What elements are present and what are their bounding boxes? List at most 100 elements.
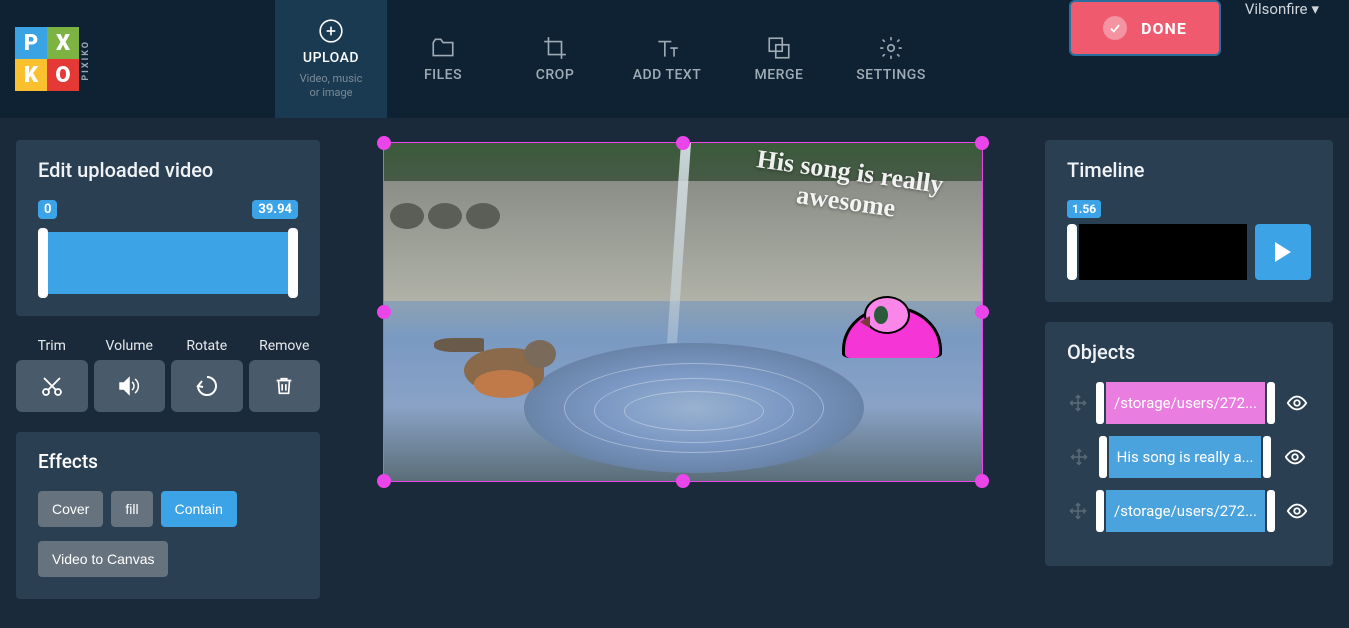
user-menu[interactable]: Vilsonfire ▾ — [1245, 0, 1349, 18]
logo-icon: P X K O — [15, 27, 79, 91]
object-label[interactable]: His song is really a... — [1109, 436, 1262, 478]
effect-contain[interactable]: Contain — [161, 491, 237, 527]
done-button[interactable]: DONE — [1069, 0, 1221, 56]
logo-text: PIXIKO — [81, 40, 91, 81]
timeline-card: Timeline 1.56 — [1045, 140, 1333, 302]
logo-area[interactable]: P X K O PIXIKO — [0, 0, 275, 118]
video-preview: His song is really awesome — [384, 143, 982, 481]
done-label: DONE — [1141, 19, 1187, 38]
effect-fill[interactable]: fill — [111, 491, 152, 527]
object-handle-right[interactable] — [1267, 490, 1275, 532]
tool-add-text[interactable]: ADD TEXT — [611, 0, 723, 118]
effects-card: Effects Cover fill Contain Video to Canv… — [16, 432, 320, 599]
timeline-clip[interactable] — [1079, 224, 1247, 280]
gear-icon — [878, 35, 904, 61]
timeline-track[interactable]: 1.56 — [1067, 224, 1247, 280]
trim-label: Trim — [38, 338, 66, 354]
tool-label: ADD TEXT — [633, 67, 702, 83]
range-handle-end[interactable] — [288, 228, 298, 298]
done-area: DONE — [1069, 0, 1245, 56]
selection-handle[interactable] — [377, 474, 391, 488]
remove-label: Remove — [259, 338, 309, 354]
merge-icon — [766, 35, 792, 61]
effects-title: Effects — [38, 450, 298, 473]
left-panel: Edit uploaded video 0 39.94 Trim Volume — [0, 118, 336, 628]
timeline-position-label: 1.56 — [1067, 200, 1101, 218]
rotate-button[interactable] — [171, 360, 243, 412]
object-handle-left[interactable] — [1096, 382, 1104, 424]
eye-icon — [1286, 392, 1308, 414]
tool-label: CROP — [536, 67, 575, 83]
tool-label: UPLOAD — [303, 50, 359, 66]
selection-handle[interactable] — [676, 474, 690, 488]
eye-icon — [1286, 500, 1308, 522]
objects-card: Objects /storage/users/272... — [1045, 322, 1333, 566]
trim-button[interactable] — [16, 360, 88, 412]
object-handle-right[interactable] — [1267, 382, 1275, 424]
trim-range-slider[interactable] — [38, 232, 298, 294]
eye-icon — [1284, 446, 1306, 468]
object-row: /storage/users/272... — [1067, 382, 1311, 424]
right-panel: Timeline 1.56 Objects — [1029, 118, 1349, 628]
rotate-label: Rotate — [186, 338, 227, 354]
play-button[interactable] — [1255, 224, 1311, 280]
app-header: P X K O PIXIKO UPLOAD Video, music or im… — [0, 0, 1349, 118]
volume-action: Volume — [94, 338, 166, 412]
tool-upload[interactable]: UPLOAD Video, music or image — [275, 0, 387, 118]
object-track[interactable]: His song is really a... — [1099, 436, 1272, 478]
volume-button[interactable] — [94, 360, 166, 412]
selection-handle[interactable] — [377, 136, 391, 150]
effect-cover[interactable]: Cover — [38, 491, 103, 527]
objects-title: Objects — [1067, 340, 1311, 364]
selection-handle[interactable] — [975, 474, 989, 488]
pink-bird-sticker[interactable] — [842, 288, 942, 358]
tool-label: FILES — [424, 67, 462, 83]
timeline-playhead[interactable] — [1067, 224, 1077, 280]
username: Vilsonfire — [1245, 0, 1308, 18]
canvas-area: His song is really awesome — [336, 118, 1029, 628]
folder-icon — [430, 35, 456, 61]
remove-action: Remove — [249, 338, 321, 412]
selection-handle[interactable] — [975, 305, 989, 319]
tool-settings[interactable]: SETTINGS — [835, 0, 947, 118]
selection-handle[interactable] — [975, 136, 989, 150]
range-end-label: 39.94 — [252, 200, 298, 219]
tool-files[interactable]: FILES — [387, 0, 499, 118]
object-label[interactable]: /storage/users/272... — [1106, 490, 1265, 532]
drag-handle-icon[interactable] — [1067, 394, 1088, 412]
tool-label: SETTINGS — [856, 67, 926, 83]
crop-icon — [542, 35, 568, 61]
trash-icon — [273, 375, 295, 397]
drag-handle-icon[interactable] — [1067, 448, 1091, 466]
main-toolbar: UPLOAD Video, music or image FILES CROP … — [275, 0, 947, 118]
object-row: /storage/users/272... — [1067, 490, 1311, 532]
object-handle-left[interactable] — [1099, 436, 1107, 478]
tool-sublabel: Video, music or image — [300, 72, 363, 101]
bird-subject — [434, 328, 574, 408]
rotate-action: Rotate — [171, 338, 243, 412]
edit-title: Edit uploaded video — [38, 158, 298, 182]
visibility-toggle[interactable] — [1283, 500, 1311, 522]
timeline-title: Timeline — [1067, 158, 1311, 182]
range-handle-start[interactable] — [38, 228, 48, 298]
tool-crop[interactable]: CROP — [499, 0, 611, 118]
trim-action: Trim — [16, 338, 88, 412]
drag-handle-icon[interactable] — [1067, 502, 1088, 520]
selection-handle[interactable] — [676, 136, 690, 150]
effect-video-to-canvas[interactable]: Video to Canvas — [38, 541, 168, 577]
selection-handle[interactable] — [377, 305, 391, 319]
play-icon — [1275, 242, 1291, 262]
tool-merge[interactable]: MERGE — [723, 0, 835, 118]
object-handle-right[interactable] — [1263, 436, 1271, 478]
visibility-toggle[interactable] — [1279, 446, 1311, 468]
volume-icon — [117, 374, 141, 398]
check-icon — [1103, 16, 1127, 40]
object-track[interactable]: /storage/users/272... — [1096, 382, 1275, 424]
object-label[interactable]: /storage/users/272... — [1106, 382, 1265, 424]
object-track[interactable]: /storage/users/272... — [1096, 490, 1275, 532]
visibility-toggle[interactable] — [1283, 392, 1311, 414]
rotate-icon — [195, 374, 219, 398]
canvas-frame[interactable]: His song is really awesome — [383, 142, 983, 482]
object-handle-left[interactable] — [1096, 490, 1104, 532]
remove-button[interactable] — [249, 360, 321, 412]
